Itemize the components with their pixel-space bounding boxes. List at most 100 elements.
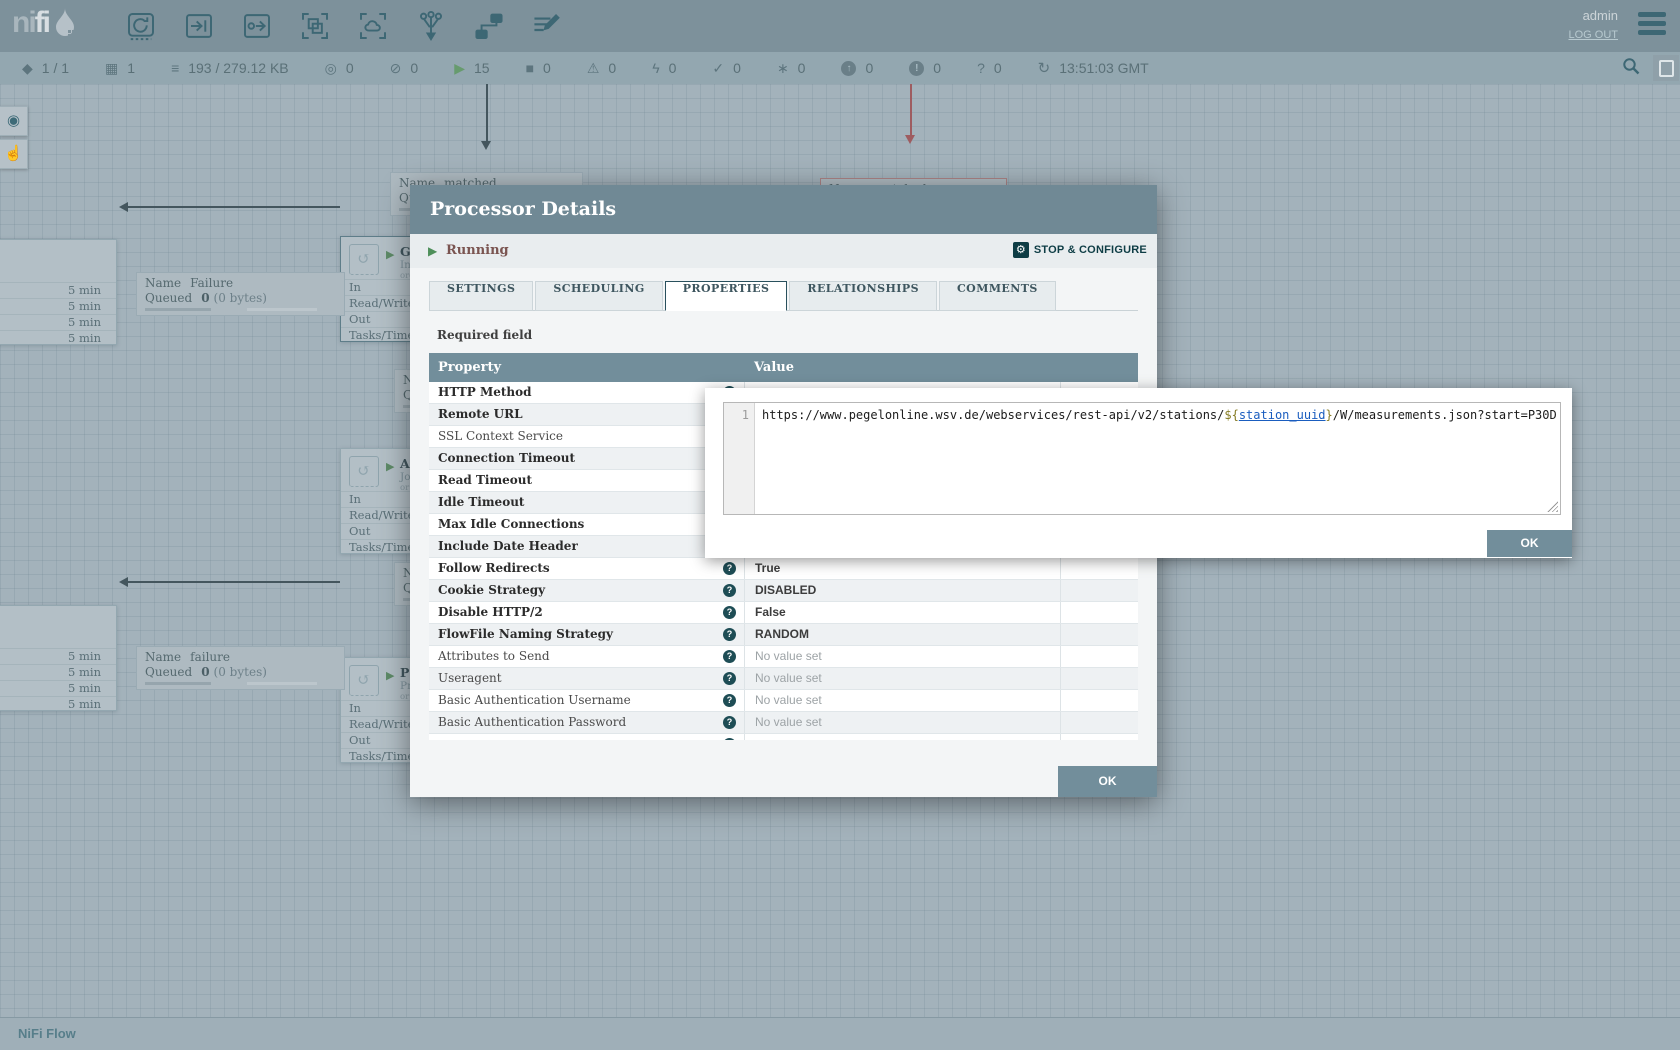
property-value[interactable]: False bbox=[744, 602, 1060, 623]
input-port-icon[interactable] bbox=[183, 9, 215, 43]
birdseye-hand-icon[interactable]: ☝ bbox=[0, 139, 28, 169]
property-help-icon[interactable]: ? bbox=[723, 694, 736, 707]
processor-stamp-icon: ↺ bbox=[349, 456, 379, 487]
property-value[interactable]: No value set bbox=[744, 668, 1060, 689]
property-row-end bbox=[1060, 602, 1138, 623]
property-name: SSL Context Service ? bbox=[429, 426, 744, 447]
tab-relationships[interactable]: RELATIONSHIPS bbox=[789, 281, 937, 311]
property-row-end bbox=[1060, 690, 1138, 711]
property-help-icon[interactable]: ? bbox=[723, 650, 736, 663]
stale-icon: ↑ bbox=[841, 61, 856, 76]
connection-arrow bbox=[119, 202, 128, 212]
label-icon[interactable] bbox=[531, 9, 563, 43]
sync-failure-icon: ? bbox=[977, 60, 985, 76]
property-row: FlowFile Naming Strategy ? RANDOM bbox=[429, 624, 1138, 646]
value-editor-textarea[interactable]: 1 https://www.pegelonline.wsv.de/webserv… bbox=[723, 402, 1561, 515]
status-item: ! 0 bbox=[909, 60, 941, 76]
property-value[interactable] bbox=[744, 734, 1060, 740]
tab-properties[interactable]: PROPERTIES bbox=[665, 281, 788, 311]
active-threads-icon: ▦ bbox=[105, 60, 118, 76]
processor-stamp-icon: ↺ bbox=[349, 244, 379, 275]
property-value[interactable]: DISABLED bbox=[744, 580, 1060, 601]
processor-stat-row: 5 min bbox=[0, 282, 116, 298]
global-menu-icon[interactable] bbox=[1638, 12, 1666, 39]
property-help-icon[interactable]: ? bbox=[723, 738, 736, 740]
connection-label-failure-upper[interactable]: NameFailure Queued0(0 bytes) bbox=[136, 272, 345, 316]
connection-arrow bbox=[119, 577, 128, 587]
property-help-icon[interactable]: ? bbox=[723, 584, 736, 597]
panel-icon bbox=[1659, 60, 1674, 77]
connection-line[interactable] bbox=[486, 84, 488, 142]
property-value[interactable]: No value set bbox=[744, 690, 1060, 711]
processor-icon[interactable] bbox=[125, 9, 157, 43]
breadcrumb-bar: NiFi Flow bbox=[0, 1017, 1680, 1050]
sidebar-toggle-button[interactable] bbox=[1653, 55, 1679, 81]
property-row-end bbox=[1060, 734, 1138, 740]
property-name: Connection Timeout ? bbox=[429, 448, 744, 469]
stop-and-configure-button[interactable]: ⚙ STOP & CONFIGURE bbox=[1013, 242, 1147, 258]
dialog-ok-button[interactable]: OK bbox=[1058, 766, 1157, 797]
running-icon: ▶ bbox=[454, 60, 465, 76]
connection-label-failure-lower[interactable]: Namefailure Queued0(0 bytes) bbox=[136, 646, 345, 690]
component-toolbar bbox=[125, 9, 563, 43]
funnel-icon[interactable] bbox=[415, 9, 447, 43]
dialog-status-row: ▶ Running ⚙ STOP & CONFIGURE bbox=[410, 234, 1157, 268]
remote-process-group-icon[interactable] bbox=[357, 9, 389, 43]
connection-line[interactable] bbox=[128, 581, 340, 583]
status-item: ◎ 0 bbox=[325, 60, 354, 76]
connection-line-red[interactable] bbox=[910, 84, 912, 136]
stop-configure-gear-icon: ⚙ bbox=[1013, 242, 1029, 258]
processor-name: P bbox=[400, 665, 409, 680]
tab-scheduling[interactable]: SCHEDULING bbox=[535, 281, 662, 311]
property-value[interactable]: No value set bbox=[744, 712, 1060, 733]
disabled-icon: ϟ bbox=[652, 60, 659, 76]
property-help-icon[interactable]: ? bbox=[723, 672, 736, 685]
property-value[interactable]: No value set bbox=[744, 646, 1060, 667]
property-help-icon[interactable]: ? bbox=[723, 716, 736, 729]
url-text: https://www.pegelonline.wsv.de/webservic… bbox=[762, 408, 1224, 422]
processor-running-icon: ▶ bbox=[386, 460, 394, 473]
refresh-icon[interactable]: ↻ bbox=[1038, 59, 1051, 77]
line-number-gutter: 1 bbox=[724, 403, 755, 514]
value-editor-ok-button[interactable]: OK bbox=[1487, 530, 1572, 557]
processor-stat-row: 5 min bbox=[0, 314, 116, 330]
stopped-icon: ■ bbox=[526, 60, 534, 76]
property-name: Disable HTTP/2 ? bbox=[429, 602, 744, 623]
processor-type: Jo bbox=[400, 471, 411, 483]
property-row-end bbox=[1060, 580, 1138, 601]
status-item: ∗ 0 bbox=[777, 60, 806, 76]
connection-line[interactable] bbox=[128, 206, 340, 208]
property-value[interactable]: RANDOM bbox=[744, 624, 1060, 645]
property-help-icon[interactable]: ? bbox=[723, 562, 736, 575]
search-icon[interactable] bbox=[1621, 56, 1641, 81]
process-group-icon[interactable] bbox=[299, 9, 331, 43]
resize-handle-icon[interactable] bbox=[1547, 501, 1558, 512]
navigate-palette-compass-icon[interactable]: ◉ bbox=[0, 106, 28, 136]
property-value[interactable]: True bbox=[744, 558, 1060, 579]
property-row-end bbox=[1060, 712, 1138, 733]
output-port-icon[interactable] bbox=[241, 9, 273, 43]
queue-size-bar bbox=[247, 682, 317, 685]
processor-left-top[interactable]: ↺ ▶ 5 min 5 min 5 min 5 min bbox=[0, 239, 117, 345]
property-help-icon[interactable]: ? bbox=[723, 606, 736, 619]
tab-settings[interactable]: SETTINGS bbox=[429, 281, 533, 311]
locally-modified-stale-icon: ! bbox=[909, 61, 924, 76]
processor-bundle: or bbox=[400, 483, 409, 493]
processor-left-bottom[interactable]: ↺ ▶ 5 min 5 min 5 min 5 min bbox=[0, 605, 117, 711]
status-item: ⚠ 0 bbox=[587, 60, 616, 76]
status-item: ◆ 1 / 1 bbox=[22, 60, 69, 76]
template-icon[interactable] bbox=[473, 9, 505, 43]
breadcrumb[interactable]: NiFi Flow bbox=[18, 1026, 76, 1041]
processor-stamp-icon: ↺ bbox=[349, 665, 379, 696]
processor-running-icon: ▶ bbox=[386, 669, 394, 682]
logout-link[interactable]: LOG OUT bbox=[1568, 29, 1618, 41]
queue-percent-bar bbox=[145, 682, 211, 685]
property-row: Basic Authentication Username ? No value… bbox=[429, 690, 1138, 712]
status-bar: ◆ 1 / 1 ▦ 1 ≡ 193 / 279.12 KB ◎ 0 ⊘ 0 ▶ … bbox=[0, 52, 1680, 84]
property-help-icon[interactable]: ? bbox=[723, 628, 736, 641]
tab-comments[interactable]: COMMENTS bbox=[939, 281, 1056, 311]
connection-arrow bbox=[481, 141, 491, 150]
processor-stat-row: 5 min bbox=[0, 298, 116, 314]
nifi-logo: nifi bbox=[12, 6, 78, 40]
required-field-note: Required field bbox=[437, 328, 1157, 342]
